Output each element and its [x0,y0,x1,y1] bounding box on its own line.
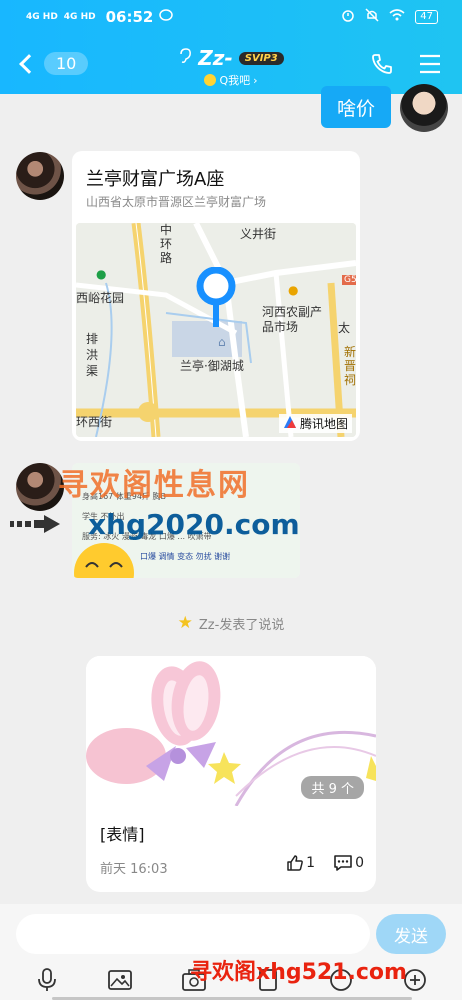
message-notification-icon [159,9,174,25]
alarm-icon [341,8,355,26]
comment-button[interactable]: 0 [333,854,364,872]
map-brand-text: 腾讯地图 [299,417,348,431]
park-icon: ● [96,267,107,281]
location-pin-icon [196,267,236,327]
contact-name: Zz- [198,46,233,70]
moment-image[interactable]: 共 9 个 [86,656,376,806]
map-label-yijing-street: 义井街 [240,227,277,241]
like-count: 1 [306,855,316,871]
image-text-line-3: 服务: 冰火 漫游 毒龙 口爆 ... 吹箫带 [82,532,212,541]
map-label-xiyu-garden: 西峪花园 [76,291,125,305]
image-text-line-2: 学生 不外出 [82,512,125,521]
moment-time: 前天 16:03 [100,862,168,877]
map-label-zhonghuan-road: 中环路 [160,223,173,265]
thumb-up-icon [287,855,304,871]
sent-message-bubble[interactable]: 啥价 [321,86,391,128]
smile-emoji-icon [204,74,217,86]
header-actions [370,52,442,76]
tencent-map-logo-icon [283,415,297,432]
location-title: 兰亭财富广场A座 [86,169,225,190]
menu-icon[interactable] [418,53,442,75]
system-note-text: Zz-发表了说说 [198,617,285,633]
status-right: 47 [341,8,438,26]
comment-icon [334,855,352,871]
friend-avatar-2[interactable] [16,463,64,511]
comment-count: 0 [355,855,364,871]
status-time: 06:52 [105,8,154,26]
my-avatar[interactable] [400,84,448,132]
location-map[interactable]: 义井街 中环路 ● 西峪花园 排洪渠 ● 河西农副产品市场 ⌂ 兰亭·御湖城 环… [76,223,356,437]
input-toolbar [0,960,462,1000]
photo-count-badge: 共 9 个 [301,776,364,799]
emoji-icon[interactable] [326,965,356,995]
plus-icon[interactable] [400,965,430,995]
mute-icon [365,8,379,26]
friend-avatar[interactable] [16,152,64,200]
vip-badge: SVIP3 [238,51,284,65]
market-icon: ● [288,283,299,297]
map-label-huan-xijie: 环西街 [76,415,113,429]
camera-icon[interactable] [179,965,209,995]
wifi-icon [389,9,405,25]
arrow-right-icon [10,515,60,533]
map-label-hexi-market: 河西农副产品市场 [262,305,323,334]
status-bar: 4G HD 4G HD 06:52 47 [0,0,462,34]
home-poi-icon: ⌂ [218,335,226,349]
send-button[interactable]: 发送 [376,914,446,954]
map-label-lanting-yuhu: 兰亭·御湖城 [180,359,244,373]
subtitle-text: Q我吧 [219,74,251,87]
message-input[interactable] [16,914,370,954]
location-address: 山西省太原市晋源区兰亭财富广场 [86,195,267,209]
map-label-paihong-canal: 排洪渠 [86,332,99,378]
map-label-g5: G5 [342,275,356,285]
chevron-right-icon: › [253,73,258,87]
image-icon[interactable] [105,965,135,995]
input-bar: 发送 [0,904,462,1000]
map-label-xinjin: 新晋祠 [344,345,356,387]
like-button[interactable]: 1 [286,854,315,872]
battery-indicator: 47 [415,10,438,24]
chat-header: 4G HD 4G HD 06:52 47 10 Zz- SVIP3 Q我吧 › [0,0,462,94]
image-message[interactable]: 身高167 体重94斤 胸B 学生 不外出 服务: 冰火 漫游 毒龙 口爆 ..… [72,463,300,578]
location-message-card[interactable]: 兰亭财富广场A座 山西省太原市晋源区兰亭财富广场 义井街 中环路 ● 西峪花园 … [72,151,360,441]
moment-card[interactable]: 共 9 个 [表情] 前天 16:03 1 0 [86,656,376,892]
ear-icon [178,48,192,68]
moment-stats: 1 0 [286,854,364,872]
moment-text: [表情] [100,825,145,844]
system-note[interactable]: ★ Zz-发表了说说 [0,613,462,633]
star-icon: ★ [177,613,193,633]
status-left: 4G HD 4G HD 06:52 [26,8,174,26]
signal-2-indicator: 4G HD [63,11,96,22]
map-label-tai: 太 [338,321,351,335]
phone-icon[interactable] [370,52,394,76]
image-text-line-1: 身高167 体重94斤 胸B [82,492,167,501]
map-brand: 腾讯地图 [278,414,352,433]
microphone-icon[interactable] [32,965,62,995]
signal-1-indicator: 4G HD [26,11,58,22]
image-text-line-4: 口爆 调情 变态 勿扰 谢谢 [140,552,231,561]
title-row: Zz- SVIP3 [178,46,284,70]
red-packet-icon[interactable] [253,965,283,995]
